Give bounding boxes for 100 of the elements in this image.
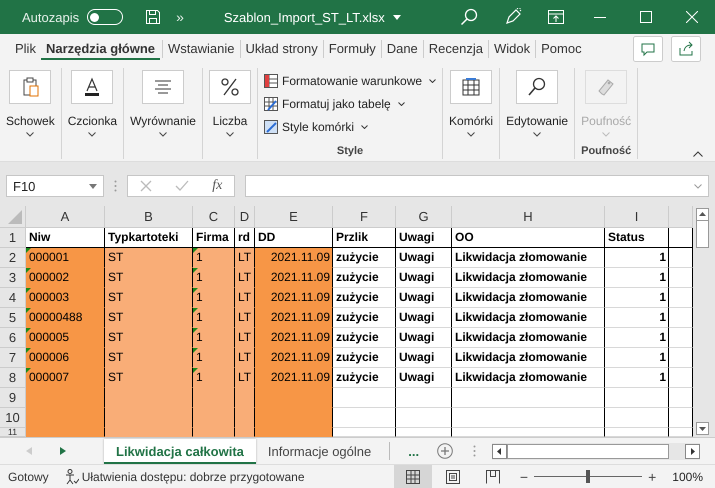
expand-icon[interactable] bbox=[694, 184, 702, 188]
highlighted-grid-icon[interactable] bbox=[264, 74, 278, 88]
row-header[interactable]: 8 bbox=[0, 368, 26, 388]
row-header[interactable]: 1 bbox=[0, 228, 26, 248]
font-button[interactable]: Czcionka bbox=[68, 68, 118, 137]
ribbon-tab[interactable]: Narzędzia główne bbox=[40, 38, 160, 60]
column-header[interactable]: C bbox=[193, 206, 235, 228]
column-header[interactable]: A bbox=[26, 206, 105, 228]
percent-icon[interactable] bbox=[208, 70, 251, 104]
grid-icon[interactable] bbox=[450, 70, 492, 104]
style-menu-button[interactable]: Formatowanie warunkowe bbox=[264, 69, 436, 92]
column-header[interactable]: B bbox=[105, 206, 193, 228]
zoom-slider-thumb[interactable] bbox=[586, 470, 590, 483]
chevron-icon[interactable] bbox=[26, 132, 34, 137]
chevron-icon[interactable] bbox=[159, 132, 168, 137]
pen-icon[interactable] bbox=[504, 8, 522, 26]
chevron-icon[interactable] bbox=[533, 132, 542, 137]
chevron-icon[interactable] bbox=[88, 132, 96, 137]
align-lines-icon[interactable] bbox=[142, 70, 184, 104]
normal-view-button[interactable] bbox=[394, 465, 432, 488]
add-sheet-icon[interactable] bbox=[437, 443, 454, 459]
chevron-icon[interactable] bbox=[226, 132, 234, 137]
horizontal-scrollbar[interactable] bbox=[492, 442, 700, 460]
column-title: Przlik bbox=[333, 228, 396, 248]
dropdown-icon[interactable] bbox=[89, 184, 97, 188]
chevron-icon[interactable] bbox=[429, 78, 436, 82]
share-icon[interactable] bbox=[671, 36, 701, 62]
clipboard-icon[interactable] bbox=[9, 70, 52, 104]
cell-brush-icon[interactable] bbox=[264, 120, 278, 134]
scroll-thumb[interactable] bbox=[507, 444, 670, 458]
ribbon-tab[interactable]: Plik bbox=[10, 38, 41, 60]
ribbon-tab[interactable]: Dane bbox=[382, 38, 423, 60]
table-cell: ST bbox=[105, 328, 193, 348]
column-header[interactable]: I bbox=[605, 206, 669, 228]
zoom-level[interactable]: 100% bbox=[672, 470, 703, 484]
ribbon-tab[interactable]: Układ strony bbox=[240, 38, 323, 60]
column-header[interactable]: G bbox=[396, 206, 452, 228]
table-cell: 2021.11.09 bbox=[255, 368, 333, 388]
save-icon[interactable] bbox=[145, 9, 162, 25]
name-box[interactable]: F10 bbox=[6, 175, 104, 197]
zoom-out-button[interactable]: − bbox=[520, 468, 528, 484]
collapse-ribbon-icon[interactable] bbox=[693, 151, 703, 157]
sheet-tab[interactable]: Likwidacja całkowita bbox=[104, 438, 256, 464]
vertical-scrollbar[interactable] bbox=[693, 206, 712, 437]
ribbon-tab[interactable]: Recenzja bbox=[424, 38, 488, 60]
row-header[interactable]: 7 bbox=[0, 348, 26, 368]
table-cell: LT bbox=[235, 328, 255, 348]
chevron-icon[interactable] bbox=[467, 132, 476, 137]
editing-button[interactable]: Edytowanie bbox=[506, 68, 568, 137]
insert-function-button[interactable]: fx bbox=[212, 178, 222, 194]
row-header[interactable]: 9 bbox=[0, 388, 26, 408]
row-header[interactable]: 10 bbox=[0, 408, 26, 428]
table-cell: Uwagi bbox=[396, 328, 452, 348]
row-header[interactable]: 5 bbox=[0, 308, 26, 328]
row-header[interactable]: 4 bbox=[0, 288, 26, 308]
column-header[interactable]: E bbox=[255, 206, 333, 228]
next-sheet-icon[interactable] bbox=[60, 447, 66, 455]
empty-cell bbox=[669, 328, 693, 348]
table-brush-icon[interactable] bbox=[264, 96, 278, 110]
ribbon-tab[interactable]: Formuły bbox=[324, 38, 381, 60]
number-button[interactable]: Liczba bbox=[208, 68, 251, 137]
group-label: Style bbox=[336, 145, 364, 159]
column-header[interactable]: F bbox=[333, 206, 396, 228]
zoom-in-button[interactable]: + bbox=[648, 468, 656, 484]
magnifier-icon[interactable] bbox=[516, 70, 558, 104]
scroll-right-icon[interactable] bbox=[685, 444, 700, 458]
chevron-icon[interactable] bbox=[361, 124, 368, 128]
row-header[interactable]: 6 bbox=[0, 328, 26, 348]
more-sheets-button[interactable]: ... bbox=[408, 444, 420, 458]
cells-button[interactable]: Komórki bbox=[449, 68, 494, 137]
caret-icon[interactable] bbox=[392, 14, 401, 20]
search-icon[interactable] bbox=[460, 8, 478, 26]
chevron-icon[interactable] bbox=[398, 102, 405, 106]
column-header[interactable]: H bbox=[452, 206, 605, 228]
style-menu-button[interactable]: Formatuj jako tabelę bbox=[264, 92, 436, 115]
ribbon-tab[interactable]: Pomoc bbox=[536, 38, 587, 60]
accessibility-icon[interactable] bbox=[64, 468, 79, 484]
ribbon-tab[interactable]: Widok bbox=[488, 38, 536, 60]
row-header[interactable]: 3 bbox=[0, 268, 26, 288]
ribbon-tab[interactable]: Wstawianie bbox=[163, 38, 240, 60]
comment-icon[interactable] bbox=[633, 36, 663, 62]
scroll-left-icon[interactable] bbox=[492, 444, 508, 458]
sheet-tab[interactable]: Informacje ogólne bbox=[256, 438, 384, 464]
overflow-button[interactable]: » bbox=[176, 9, 184, 25]
scroll-down-icon[interactable] bbox=[696, 422, 709, 435]
formula-input[interactable] bbox=[245, 175, 709, 197]
font-color-icon[interactable] bbox=[71, 70, 114, 104]
row-header[interactable]: 2 bbox=[0, 248, 26, 268]
autosave-toggle[interactable] bbox=[87, 9, 124, 25]
row-header[interactable]: 11 bbox=[0, 428, 26, 437]
ribbon-display-icon[interactable] bbox=[548, 10, 564, 24]
style-menu-button[interactable]: Style komórki bbox=[264, 115, 436, 138]
scroll-up-icon[interactable] bbox=[696, 208, 709, 221]
scroll-thumb[interactable] bbox=[696, 220, 709, 248]
column-header[interactable]: D bbox=[235, 206, 255, 228]
clipboard-button[interactable]: Schowek bbox=[6, 68, 55, 137]
close-icon[interactable] bbox=[686, 11, 698, 23]
maximize-icon[interactable] bbox=[640, 11, 652, 23]
alignment-button[interactable]: Wyrównanie bbox=[130, 68, 196, 137]
accessibility-status[interactable]: Ułatwienia dostępu: dobrze przygotowane bbox=[82, 470, 304, 484]
